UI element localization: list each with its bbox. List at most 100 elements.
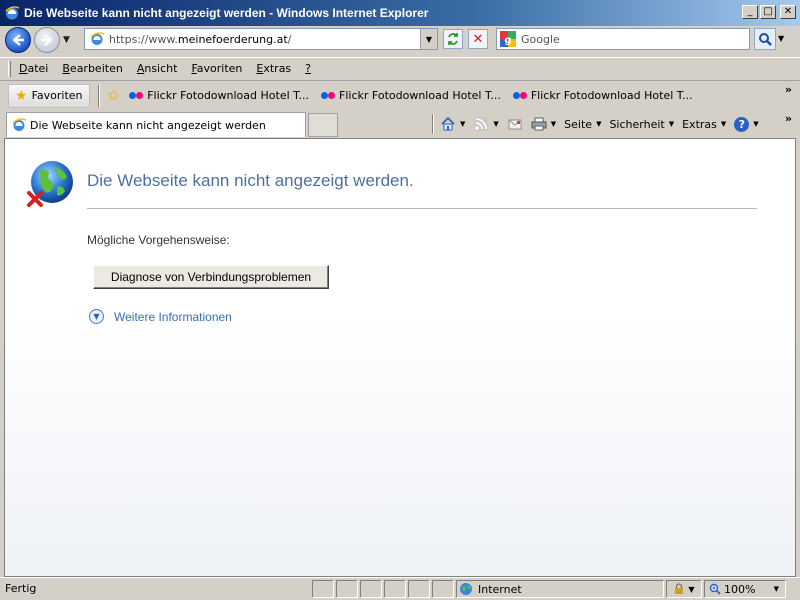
chevron-down-icon[interactable]: ▼ — [460, 120, 465, 128]
forward-button[interactable] — [34, 27, 60, 53]
security-zone[interactable]: Internet — [456, 580, 664, 598]
menu-ansicht[interactable]: Ansicht — [137, 62, 178, 75]
expand-chevron-icon: ▼ — [89, 309, 104, 324]
title-bar: Die Webseite kann nicht angezeigt werden… — [0, 0, 800, 26]
more-info-link[interactable]: ▼ Weitere Informationen — [89, 309, 232, 324]
mail-button[interactable] — [507, 116, 523, 132]
menu-extras[interactable]: Extras — [256, 62, 291, 75]
chevron-down-icon: ▼ — [773, 585, 779, 593]
zoom-icon — [709, 583, 721, 595]
chevron-down-icon[interactable]: ▼ — [493, 120, 498, 128]
diagnose-connection-button[interactable]: Diagnose von Verbindungsproblemen — [93, 265, 329, 289]
safety-menu-label: Sicherheit — [609, 117, 665, 131]
tab-active[interactable]: Die Webseite kann nicht angezeigt werden — [6, 112, 306, 137]
favorites-overflow-icon[interactable]: » — [785, 83, 792, 96]
google-icon: g — [500, 31, 516, 47]
protected-mode-button[interactable]: ▼ — [666, 580, 702, 598]
page-ie-icon — [90, 32, 105, 45]
print-button[interactable]: ▼ — [531, 116, 556, 132]
zone-label: Internet — [478, 582, 522, 596]
search-button[interactable] — [754, 28, 776, 50]
page-menu[interactable]: Seite ▼ — [564, 118, 601, 131]
favorite-link[interactable]: Flickr Fotodownload Hotel T... — [512, 89, 693, 102]
command-bar: ▼ ▼ ▼ Seite ▼ Sicherheit ▼ Extras ▼ ? ▼ — [432, 112, 767, 136]
favorite-link-label: Flickr Fotodownload Hotel T... — [339, 89, 501, 102]
refresh-icon — [448, 33, 458, 45]
globe-error-icon — [27, 161, 73, 207]
help-icon: ? — [734, 116, 750, 132]
search-field[interactable]: g Google — [496, 28, 750, 50]
toolbar-grip[interactable] — [8, 60, 11, 77]
flickr-icon — [512, 92, 527, 99]
refresh-button[interactable] — [443, 29, 463, 49]
tools-menu-label: Extras — [682, 117, 717, 131]
status-bar: Fertig Internet ▼ 100% ▼ — [0, 577, 800, 600]
favorite-link-label: Flickr Fotodownload Hotel T... — [147, 89, 310, 102]
window-controls: _ □ ✕ — [742, 5, 796, 19]
svg-text:g: g — [504, 35, 511, 46]
tab-ie-icon — [12, 118, 27, 131]
status-pane — [432, 580, 454, 598]
status-pane — [384, 580, 406, 598]
globe-icon — [460, 583, 472, 595]
url-text: https://www.meinefoerderung.at/ — [109, 32, 292, 46]
search-options-dropdown[interactable]: ▼ — [778, 34, 784, 43]
magnifier-icon — [759, 33, 772, 46]
stop-icon: ✕ — [472, 31, 484, 47]
tab-title: Die Webseite kann nicht angezeigt werden — [30, 118, 266, 132]
chevron-down-icon: ▼ — [668, 120, 675, 128]
arrow-left-icon — [12, 34, 24, 46]
tools-menu[interactable]: Extras ▼ — [682, 118, 726, 131]
flickr-icon — [321, 92, 336, 99]
command-overflow-icon[interactable]: » — [785, 112, 792, 125]
lock-icon — [675, 583, 684, 594]
menu-favoriten[interactable]: Favoriten — [191, 62, 242, 75]
status-pane — [312, 580, 334, 598]
close-button[interactable]: ✕ — [780, 5, 796, 19]
menu-help[interactable]: ? — [305, 62, 311, 75]
star-icon: ★ — [15, 87, 28, 104]
search-placeholder: Google — [521, 32, 560, 46]
page-menu-label: Seite — [564, 117, 593, 131]
flickr-icon — [129, 92, 144, 99]
address-toolbar: ▼ https://www.meinefoerderung.at/ ▼ ✕ g … — [0, 26, 800, 54]
status-pane — [360, 580, 382, 598]
page-content: Die Webseite kann nicht angezeigt werden… — [4, 138, 796, 577]
safety-menu[interactable]: Sicherheit ▼ — [609, 118, 674, 131]
add-to-favorites-icon[interactable]: ✩ — [108, 88, 120, 104]
status-pane — [408, 580, 430, 598]
back-button[interactable] — [5, 27, 31, 53]
chevron-down-icon: ▼ — [596, 120, 602, 128]
arrow-right-icon — [41, 34, 53, 46]
separator — [97, 84, 100, 107]
menu-bar: Datei Bearbeiten Ansicht Favoriten Extra… — [0, 57, 800, 79]
help-button[interactable]: ? ▼ — [734, 116, 759, 132]
recent-pages-dropdown[interactable]: ▼ — [63, 35, 73, 45]
address-field[interactable]: https://www.meinefoerderung.at/ ▼ — [84, 28, 438, 50]
feeds-button[interactable]: ▼ — [473, 116, 499, 132]
chevron-down-icon: ▼ — [753, 120, 759, 128]
status-pane — [336, 580, 358, 598]
favorites-button[interactable]: ★ Favoriten — [8, 83, 90, 108]
window-title: Die Webseite kann nicht angezeigt werden… — [24, 6, 429, 20]
mail-icon — [508, 119, 522, 130]
favorite-link[interactable]: Flickr Fotodownload Hotel T... — [321, 89, 501, 102]
stop-button[interactable]: ✕ — [468, 29, 488, 49]
zoom-control[interactable]: 100% ▼ — [704, 580, 786, 598]
address-dropdown-button[interactable]: ▼ — [420, 29, 437, 49]
more-info-label: Weitere Informationen — [114, 309, 232, 324]
new-tab-button[interactable] — [308, 113, 338, 137]
steps-label: Mögliche Vorgehensweise: — [87, 233, 230, 247]
menu-bearbeiten[interactable]: Bearbeiten — [62, 62, 122, 75]
maximize-button[interactable]: □ — [760, 5, 776, 19]
home-button[interactable]: ▼ — [440, 116, 465, 132]
tab-row: Die Webseite kann nicht angezeigt werden… — [0, 110, 800, 138]
zoom-level: 100% — [724, 582, 756, 596]
menu-datei[interactable]: Datei — [19, 62, 48, 75]
minimize-button[interactable]: _ — [742, 5, 758, 19]
status-text: Fertig — [5, 582, 37, 595]
favorite-link[interactable]: Flickr Fotodownload Hotel T... — [129, 89, 309, 102]
chevron-down-icon[interactable]: ▼ — [551, 120, 556, 128]
chevron-down-icon: ▼ — [720, 120, 727, 128]
favorites-label: Favoriten — [31, 89, 83, 102]
